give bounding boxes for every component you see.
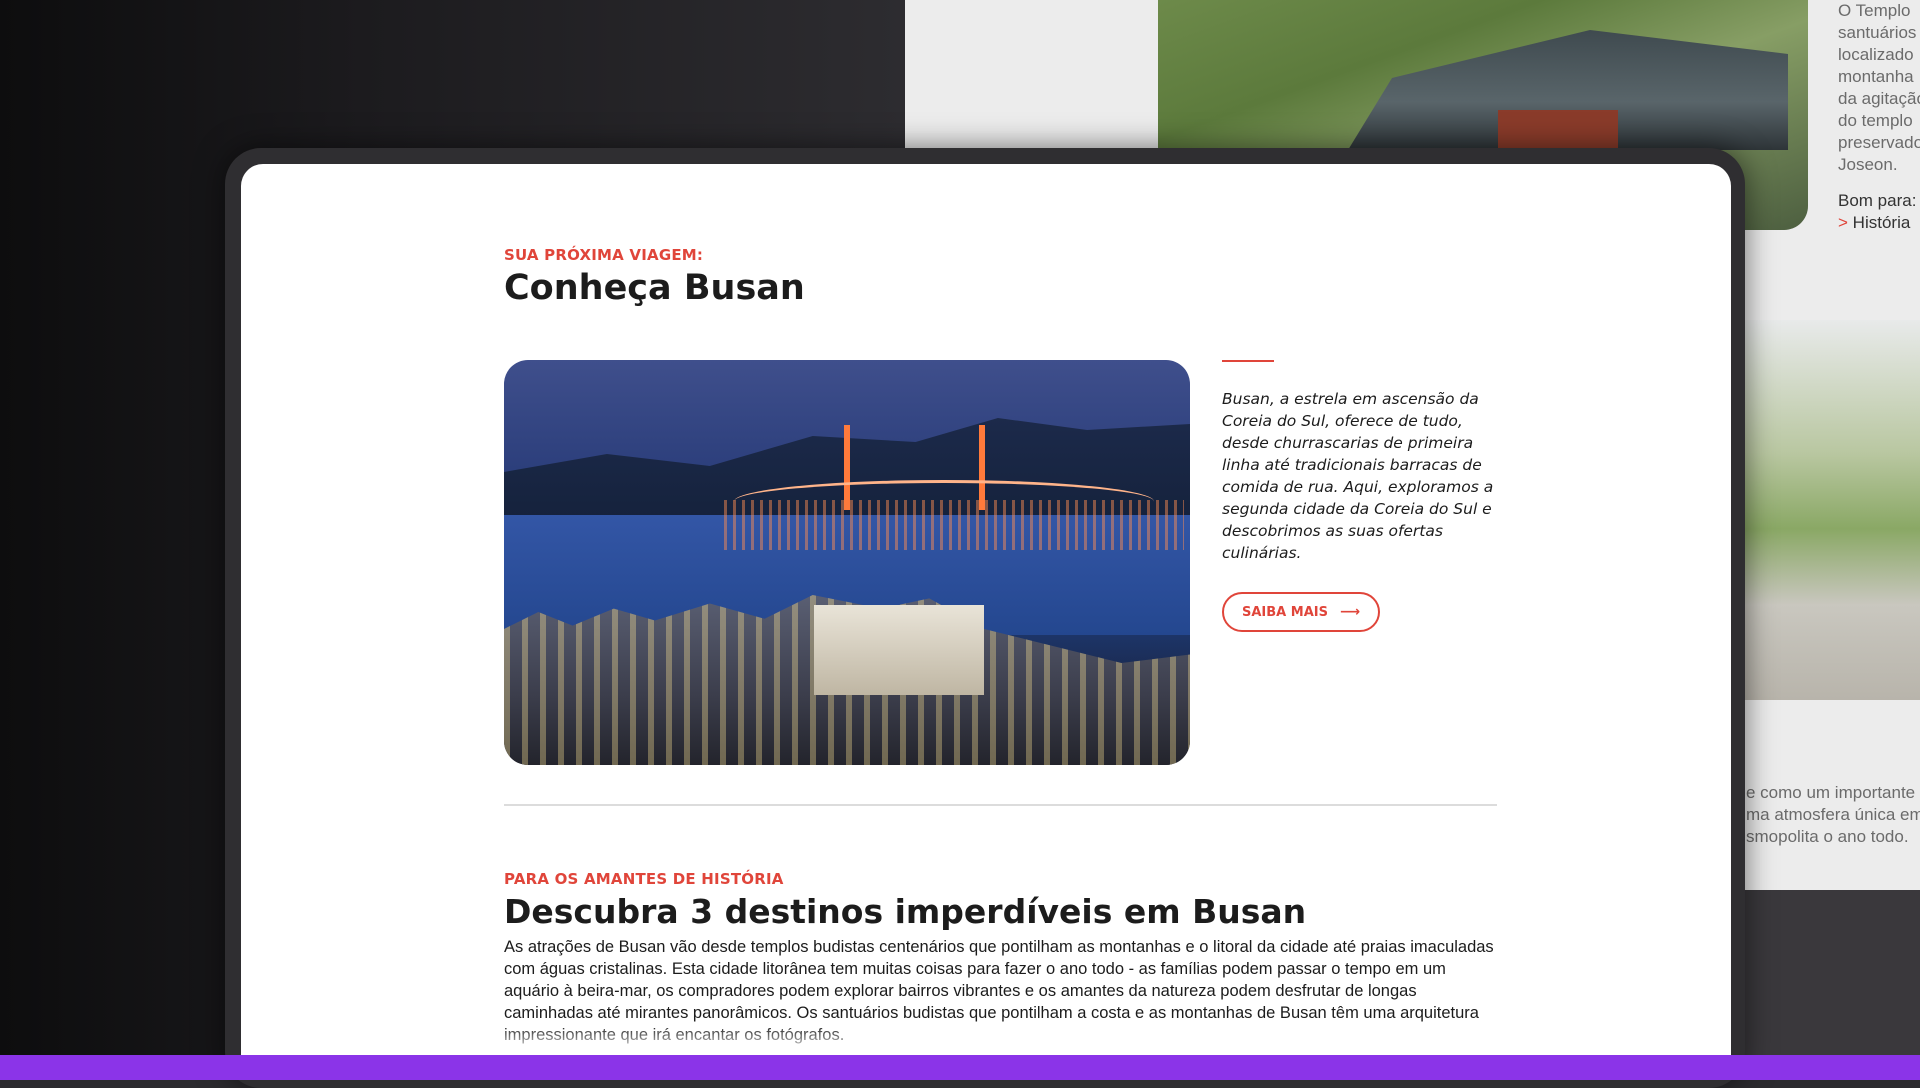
learn-more-label: SAIBA MAIS bbox=[1242, 604, 1328, 620]
intro-sidebar: Busan, a estrela em ascensão da Coreia d… bbox=[1222, 360, 1497, 632]
good-for-label: Bom para: bbox=[1838, 191, 1917, 210]
side-line: localizado bbox=[1838, 45, 1914, 64]
side-line: preservado bbox=[1838, 133, 1920, 152]
intro-description: Busan, a estrela em ascensão da Coreia d… bbox=[1222, 390, 1494, 562]
side-line: do templo bbox=[1838, 111, 1913, 130]
mall-building bbox=[814, 605, 984, 695]
bottom-bar bbox=[0, 1055, 1920, 1080]
section-divider bbox=[504, 804, 1497, 806]
section-eyebrow: SUA PRÓXIMA VIAGEM: bbox=[504, 246, 704, 264]
side-line: O Templo bbox=[1838, 1, 1911, 20]
side-line: e como um importante bbox=[1746, 783, 1916, 802]
park-image bbox=[1745, 320, 1920, 700]
page-title: Conheça Busan bbox=[504, 268, 805, 308]
good-for-item-label: História bbox=[1852, 213, 1911, 232]
side-line: da agitação bbox=[1838, 89, 1920, 108]
side-line: smopolita o ano todo. bbox=[1746, 827, 1909, 846]
section2-eyebrow: PARA OS AMANTES DE HISTÓRIA bbox=[504, 870, 784, 888]
background-side-text-bottom: e como um importante ma atmosfera única … bbox=[1746, 782, 1920, 848]
arrow-right-icon: ⟶ bbox=[1339, 604, 1361, 620]
side-line: Joseon. bbox=[1838, 155, 1898, 174]
side-line: montanha bbox=[1838, 67, 1914, 86]
section2-title: Descubra 3 destinos imperdíveis em Busan bbox=[504, 892, 1307, 931]
content-card: SUA PRÓXIMA VIAGEM: Conheça Busan Busan,… bbox=[241, 164, 1731, 1064]
chevron-right-icon: > bbox=[1838, 213, 1848, 232]
accent-rule bbox=[1222, 360, 1274, 362]
harbor-lights bbox=[724, 500, 1184, 550]
learn-more-button[interactable]: SAIBA MAIS ⟶ bbox=[1222, 592, 1381, 632]
side-line: santuários bbox=[1838, 23, 1917, 42]
good-for-item[interactable]: > História bbox=[1838, 212, 1920, 234]
busan-hero-image bbox=[504, 360, 1190, 765]
side-line: ma atmosfera única em bbox=[1746, 805, 1920, 824]
background-side-text: O Templo santuários localizado montanha … bbox=[1838, 0, 1920, 234]
bottom-fade bbox=[241, 1025, 1731, 1055]
